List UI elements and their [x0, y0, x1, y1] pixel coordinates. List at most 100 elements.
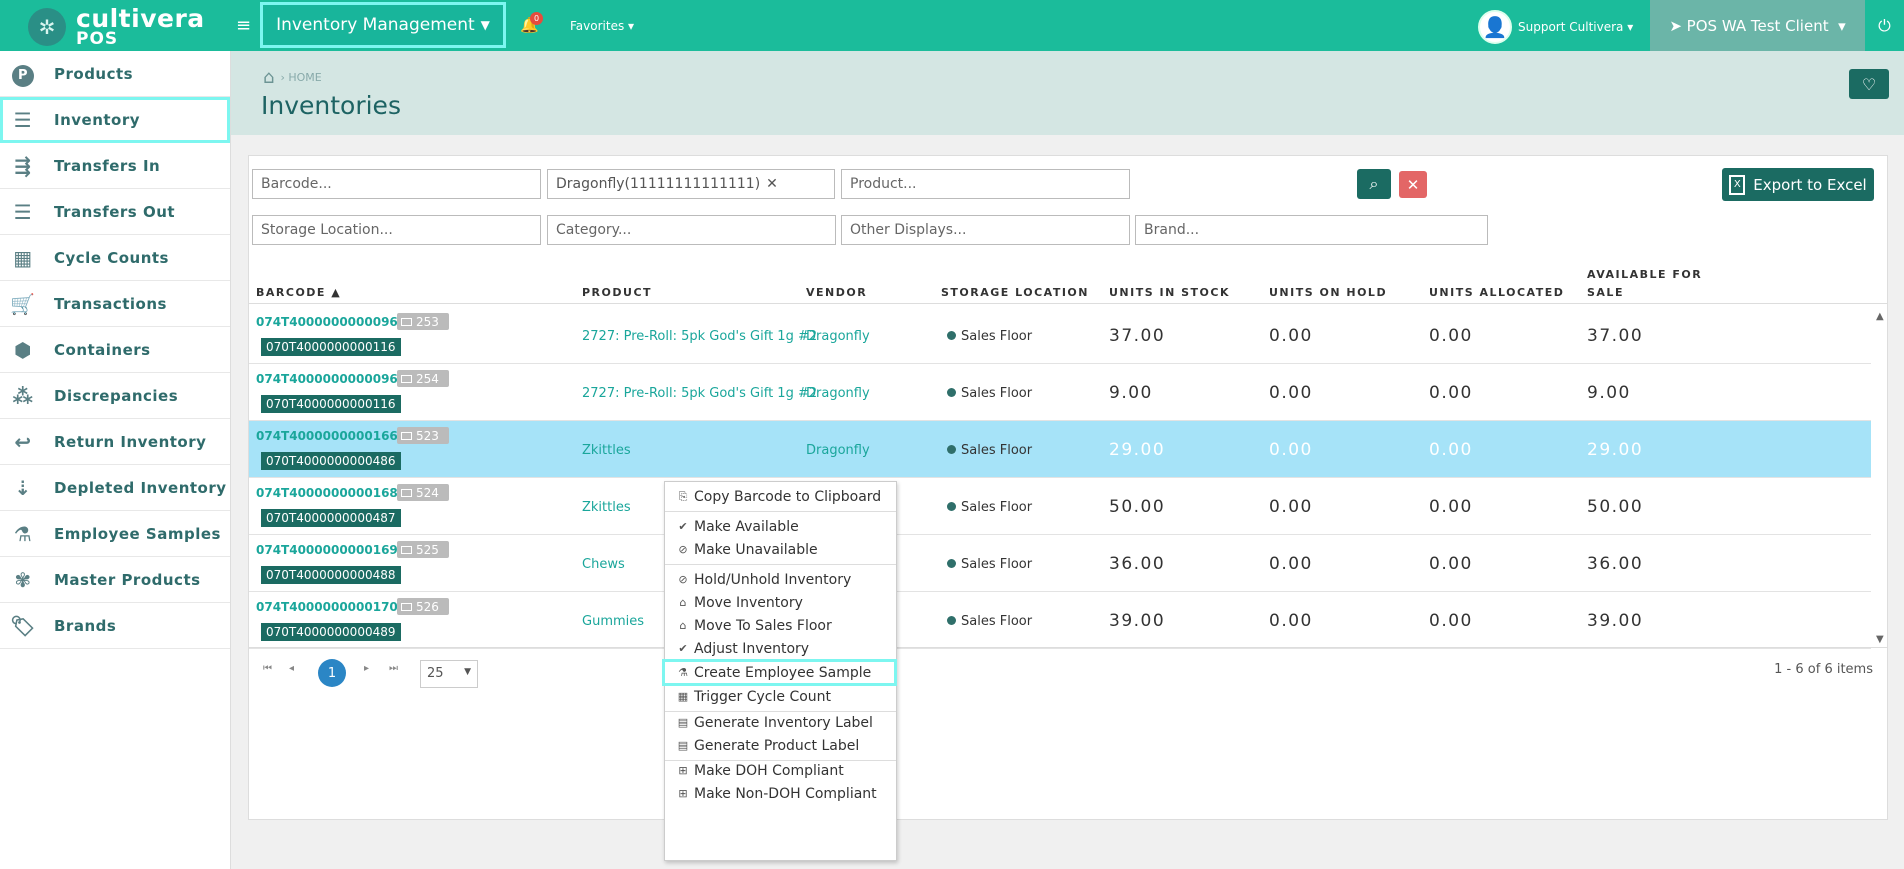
- barcode-link[interactable]: 074T4000000000169: [256, 543, 398, 557]
- menu-create-employee-sample[interactable]: ⚗ Create Employee Sample: [662, 659, 897, 686]
- column-header-units-in-stock[interactable]: UNITS IN STOCK: [1109, 286, 1230, 299]
- product-link[interactable]: Gummies: [582, 614, 644, 629]
- menu-generate-product-label[interactable]: ▤ Generate Product Label: [665, 734, 896, 757]
- menu-copy-barcode[interactable]: ⎘ Copy Barcode to Clipboard: [665, 485, 896, 508]
- hamburger-menu-icon[interactable]: ≡: [236, 15, 251, 36]
- vendor-filter[interactable]: Dragonfly(11111111111111) ✕: [547, 169, 835, 199]
- barcode-filter[interactable]: Barcode...: [252, 169, 541, 199]
- sidebar-item-transfers-in[interactable]: ⇶ Transfers In: [0, 143, 230, 189]
- location-dot-icon: [947, 502, 956, 511]
- storage-location: Sales Floor: [947, 386, 1032, 401]
- barcode-link[interactable]: 074T4000000000096: [256, 372, 398, 386]
- close-icon: ✕: [1406, 175, 1420, 194]
- sidebar-item-discrepancies[interactable]: ⁂ Discrepancies: [0, 373, 230, 419]
- barcode-link[interactable]: 074T4000000000096: [256, 315, 398, 329]
- product-link[interactable]: 2727: Pre-Roll: 5pk God's Gift 1g #2: [582, 329, 817, 344]
- clear-filters-button[interactable]: ✕: [1399, 171, 1427, 198]
- table-row[interactable]: 074T4000000000166 523 070T4000000000486 Zki…: [249, 421, 1871, 478]
- brand-filter[interactable]: Brand...: [1135, 215, 1488, 245]
- page-title: Inventories: [261, 91, 401, 120]
- column-header-product[interactable]: PRODUCT: [582, 286, 652, 299]
- sidebar-item-transactions[interactable]: 🛒 Transactions: [0, 281, 230, 327]
- product-link[interactable]: 2727: Pre-Roll: 5pk God's Gift 1g #2: [582, 386, 817, 401]
- units-in-stock: 29.00: [1109, 440, 1166, 460]
- product-filter[interactable]: Product...: [841, 169, 1130, 199]
- menu-make-non-doh-compliant[interactable]: ⊞ Make Non-DOH Compliant: [665, 782, 896, 805]
- client-selector[interactable]: ➤ POS WA Test Client ▾: [1650, 0, 1865, 51]
- sidebar-item-return-inventory[interactable]: ↩ Return Inventory: [0, 419, 230, 465]
- page-size-select[interactable]: 25 ▼: [420, 660, 478, 688]
- column-header-barcode[interactable]: BARCODE ▲: [256, 286, 341, 299]
- table-row[interactable]: 074T4000000000168 524 070T4000000000487 Zki…: [249, 478, 1871, 535]
- table-row[interactable]: 074T4000000000169 525 070T4000000000488 Che…: [249, 535, 1871, 592]
- vendor-link[interactable]: Dragonfly: [806, 443, 870, 458]
- menu-adjust-inventory[interactable]: ✔ Adjust Inventory: [665, 637, 896, 660]
- caret-down-icon: ▼: [464, 667, 471, 677]
- scroll-up-icon[interactable]: ▲: [1876, 311, 1884, 322]
- menu-make-unavailable[interactable]: ⊘ Make Unavailable: [665, 538, 896, 561]
- user-menu[interactable]: 👤 Support Cultivera ▾: [1478, 10, 1633, 44]
- search-button[interactable]: ⌕: [1357, 169, 1391, 199]
- context-menu: ⎘ Copy Barcode to Clipboard ✔ Make Availab…: [662, 481, 897, 861]
- column-header-available-line1[interactable]: AVAILABLE FOR: [1587, 268, 1702, 281]
- column-header-storage-location[interactable]: STORAGE LOCATION: [941, 286, 1089, 299]
- favorites-dropdown[interactable]: Favorites ▾: [570, 19, 634, 33]
- remove-chip-icon[interactable]: ✕: [766, 176, 778, 192]
- menu-move-to-sales-floor[interactable]: ⌂ Move To Sales Floor: [665, 614, 896, 637]
- sidebar-item-cycle-counts[interactable]: ▦ Cycle Counts: [0, 235, 230, 281]
- column-header-units-allocated[interactable]: UNITS ALLOCATED: [1429, 286, 1564, 299]
- column-header-units-on-hold[interactable]: UNITS ON HOLD: [1269, 286, 1387, 299]
- barcode-link[interactable]: 074T4000000000170: [256, 600, 398, 614]
- logo[interactable]: ✲ cultivera POS: [28, 6, 205, 48]
- menu-trigger-cycle-count[interactable]: ▦ Trigger Cycle Count: [665, 685, 896, 708]
- product-link[interactable]: Chews: [582, 557, 625, 572]
- package-id-badge: 070T4000000000116: [261, 338, 401, 356]
- menu-hold-unhold[interactable]: ⊘ Hold/Unhold Inventory: [665, 568, 896, 591]
- storage-location-filter[interactable]: Storage Location...: [252, 215, 541, 245]
- other-displays-filter[interactable]: Other Displays...: [841, 215, 1130, 245]
- vendor-link[interactable]: Dragonfly: [806, 329, 870, 344]
- units-on-hold: 0.00: [1269, 611, 1313, 631]
- menu-move-inventory[interactable]: ⌂ Move Inventory: [665, 591, 896, 614]
- menu-make-available[interactable]: ✔ Make Available: [665, 515, 896, 538]
- sidebar-item-transfers-out[interactable]: ☰ Transfers Out: [0, 189, 230, 235]
- scroll-down-icon[interactable]: ▼: [1876, 634, 1884, 645]
- barcode-link[interactable]: 074T4000000000168: [256, 486, 398, 500]
- column-header-vendor[interactable]: VENDOR: [806, 286, 867, 299]
- product-link[interactable]: Zkittles: [582, 500, 631, 515]
- first-page-icon[interactable]: ⏮: [263, 663, 272, 674]
- table-row[interactable]: 074T4000000000096 253 070T4000000000116 272…: [249, 307, 1871, 364]
- barcode-link[interactable]: 074T4000000000166: [256, 429, 398, 443]
- menu-make-doh-compliant[interactable]: ⊞ Make DOH Compliant: [665, 759, 896, 782]
- sidebar-item-master-products[interactable]: ✾ Master Products: [0, 557, 230, 603]
- menu-generate-inventory-label[interactable]: ▤ Generate Inventory Label: [665, 711, 896, 734]
- sidebar-item-inventory[interactable]: ☰ Inventory: [0, 97, 230, 143]
- sidebar-item-containers[interactable]: ⬢ Containers: [0, 327, 230, 373]
- user-name: Support Cultivera: [1518, 20, 1624, 34]
- export-to-excel-button[interactable]: X Export to Excel: [1722, 168, 1874, 201]
- heart-icon[interactable]: ♡: [1849, 69, 1889, 99]
- next-page-icon[interactable]: ▸: [364, 663, 369, 674]
- last-page-icon[interactable]: ⏭: [389, 663, 398, 674]
- category-filter[interactable]: Category...: [547, 215, 836, 245]
- sidebar-item-products[interactable]: P Products: [0, 51, 230, 97]
- table-row[interactable]: 074T4000000000096 254 070T4000000000116 272…: [249, 364, 1871, 421]
- avatar: 👤: [1478, 10, 1512, 44]
- current-page-button[interactable]: 1: [318, 659, 346, 687]
- module-dropdown[interactable]: Inventory Management ▼: [260, 2, 506, 48]
- discrepancy-icon: ⁂: [12, 383, 34, 408]
- vendor-link[interactable]: Dragonfly: [806, 386, 870, 401]
- table-row[interactable]: 074T4000000000170 526 070T4000000000489 Gum…: [249, 592, 1871, 649]
- sidebar-item-employee-samples[interactable]: ⚗ Employee Samples: [0, 511, 230, 557]
- sidebar-item-depleted-inventory[interactable]: ⇣ Depleted Inventory: [0, 465, 230, 511]
- product-link[interactable]: Zkittles: [582, 443, 631, 458]
- breadcrumb-home[interactable]: HOME: [288, 71, 321, 84]
- home-icon[interactable]: ⌂: [263, 67, 274, 88]
- sidebar-item-label: Transfers In: [54, 156, 161, 175]
- available-for-sale: 36.00: [1587, 554, 1644, 574]
- sidebar-item-brands[interactable]: 🏷 Brands: [0, 603, 230, 649]
- power-icon[interactable]: ⏻: [1865, 0, 1904, 51]
- prev-page-icon[interactable]: ◂: [289, 663, 294, 674]
- column-header-available-line2[interactable]: SALE: [1587, 286, 1624, 299]
- sidebar-item-label: Return Inventory: [54, 432, 207, 451]
